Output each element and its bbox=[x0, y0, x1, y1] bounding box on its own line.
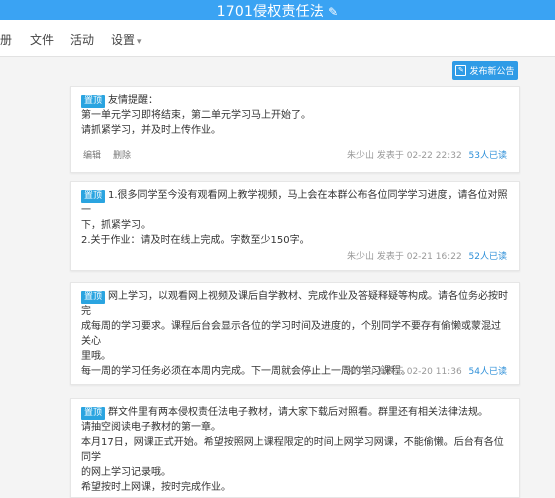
announcement-line: 第一单元学习即将结束，第二单元学习马上开始了。 bbox=[81, 110, 311, 121]
post-time: 发表于 02-21 16:22 bbox=[376, 252, 462, 262]
announcement-line: 成每周的学习要求。课程后台会显示各位的学习时间及进度的，个别同学不要存有偷懒或蒙… bbox=[81, 321, 501, 347]
post-meta: 朱少山 发表于 02-22 22:32 53人已读 bbox=[347, 149, 507, 164]
pinned-badge: 置顶 bbox=[81, 407, 106, 420]
nav-item-settings[interactable]: 设置 ▾ bbox=[111, 31, 142, 48]
announcement-line: 里哦。 bbox=[81, 351, 111, 362]
announcement-card: 置顶 友情提醒： 第一单元学习即将结束，第二单元学习马上开始了。 请抓紧学习，并及… bbox=[70, 86, 520, 173]
app-header: 1701侵权责任法 ✎ bbox=[0, 0, 555, 20]
announcement-card: 置顶 1.很多同学至今没有观看网上教学视频，马上会在本群公布各位同学学习进度，请各… bbox=[70, 181, 520, 271]
announcement-line: 本月17日，网课正式开始。希望按照网上课程限定的时间上网学习网课，不能偷懒。后台… bbox=[81, 437, 504, 463]
edit-link[interactable]: 编辑 bbox=[83, 151, 101, 161]
pinned-badge: 置顶 bbox=[81, 95, 106, 108]
publish-announcement-label: 发布新公告 bbox=[469, 67, 515, 77]
post-meta: 朱少山 发表于 02-21 16:22 52人已读 bbox=[347, 250, 507, 265]
announcement-line: 希望按时上网课，按时完成作业。 bbox=[81, 482, 231, 493]
read-count[interactable]: 54人已读 bbox=[469, 367, 507, 377]
author-name: 朱少山 bbox=[346, 151, 374, 161]
course-title-text: 1701侵权责任法 bbox=[216, 4, 325, 20]
nav-item-files[interactable]: 文件 bbox=[30, 31, 54, 48]
announcement-card: 置顶 群文件里有两本侵权责任法电子教材，请大家下载后对照看。群里还有相关法律法规。… bbox=[70, 398, 520, 498]
toolbar: ✎ 发布新公告 bbox=[0, 57, 555, 85]
edit-pencil-icon[interactable]: ✎ bbox=[328, 5, 338, 19]
publish-announcement-button[interactable]: ✎ 发布新公告 bbox=[452, 61, 518, 80]
announcement-line: 友情提醒： bbox=[108, 95, 159, 106]
announcement-line: 的网上学习记录哦。 bbox=[81, 467, 171, 478]
read-count[interactable]: 52人已读 bbox=[469, 252, 507, 262]
pinned-badge: 置顶 bbox=[81, 291, 106, 304]
announcement-line: 1.很多同学至今没有观看网上教学视频，马上会在本群公布各位同学学习进度，请各位对… bbox=[81, 190, 508, 216]
nav-item-activities[interactable]: 活动 bbox=[70, 31, 94, 48]
announcement-line: 请抽空阅读电子教材的第一章。 bbox=[81, 422, 221, 433]
announcement-card: 置顶 网上学习，以观看网上视频及课后自学教材、完成作业及答疑释疑等构成。请各位务必… bbox=[70, 282, 520, 385]
delete-link[interactable]: 删除 bbox=[113, 151, 131, 161]
post-actions: 编辑 删除 bbox=[83, 149, 143, 164]
edit-square-icon: ✎ bbox=[455, 65, 467, 76]
course-title: 1701侵权责任法 ✎ bbox=[0, 1, 555, 21]
announcement-line: 群文件里有两本侵权责任法电子教材，请大家下载后对照看。群里还有相关法律法规。 bbox=[108, 407, 489, 418]
nav-item-members[interactable]: 册 bbox=[0, 31, 12, 48]
chevron-down-icon: ▾ bbox=[137, 37, 142, 47]
post-time: 发表于 02-22 22:32 bbox=[376, 151, 462, 161]
announcement-line: 2.关于作业：请及时在线上完成。字数至少150字。 bbox=[81, 235, 310, 246]
announcement-line: 网上学习，以观看网上视频及课后自学教材、完成作业及答疑释疑等构成。请各位务必按时… bbox=[81, 291, 509, 317]
pinned-badge: 置顶 bbox=[81, 190, 106, 203]
nav-bar: 册 文件 活动 设置 ▾ bbox=[0, 20, 555, 57]
read-count[interactable]: 53人已读 bbox=[469, 151, 507, 161]
post-time: 发表于 02-20 11:36 bbox=[376, 367, 462, 377]
author-name: 朱少山 bbox=[346, 367, 374, 377]
nav-item-settings-label: 设置 bbox=[111, 33, 136, 47]
post-meta: 朱少山 发表于 02-20 11:36 54人已读 bbox=[347, 365, 507, 380]
author-name: 朱少山 bbox=[346, 252, 374, 262]
announcement-line: 请抓紧学习，并及时上传作业。 bbox=[81, 125, 221, 136]
announcement-line: 下，抓紧学习。 bbox=[81, 220, 151, 231]
